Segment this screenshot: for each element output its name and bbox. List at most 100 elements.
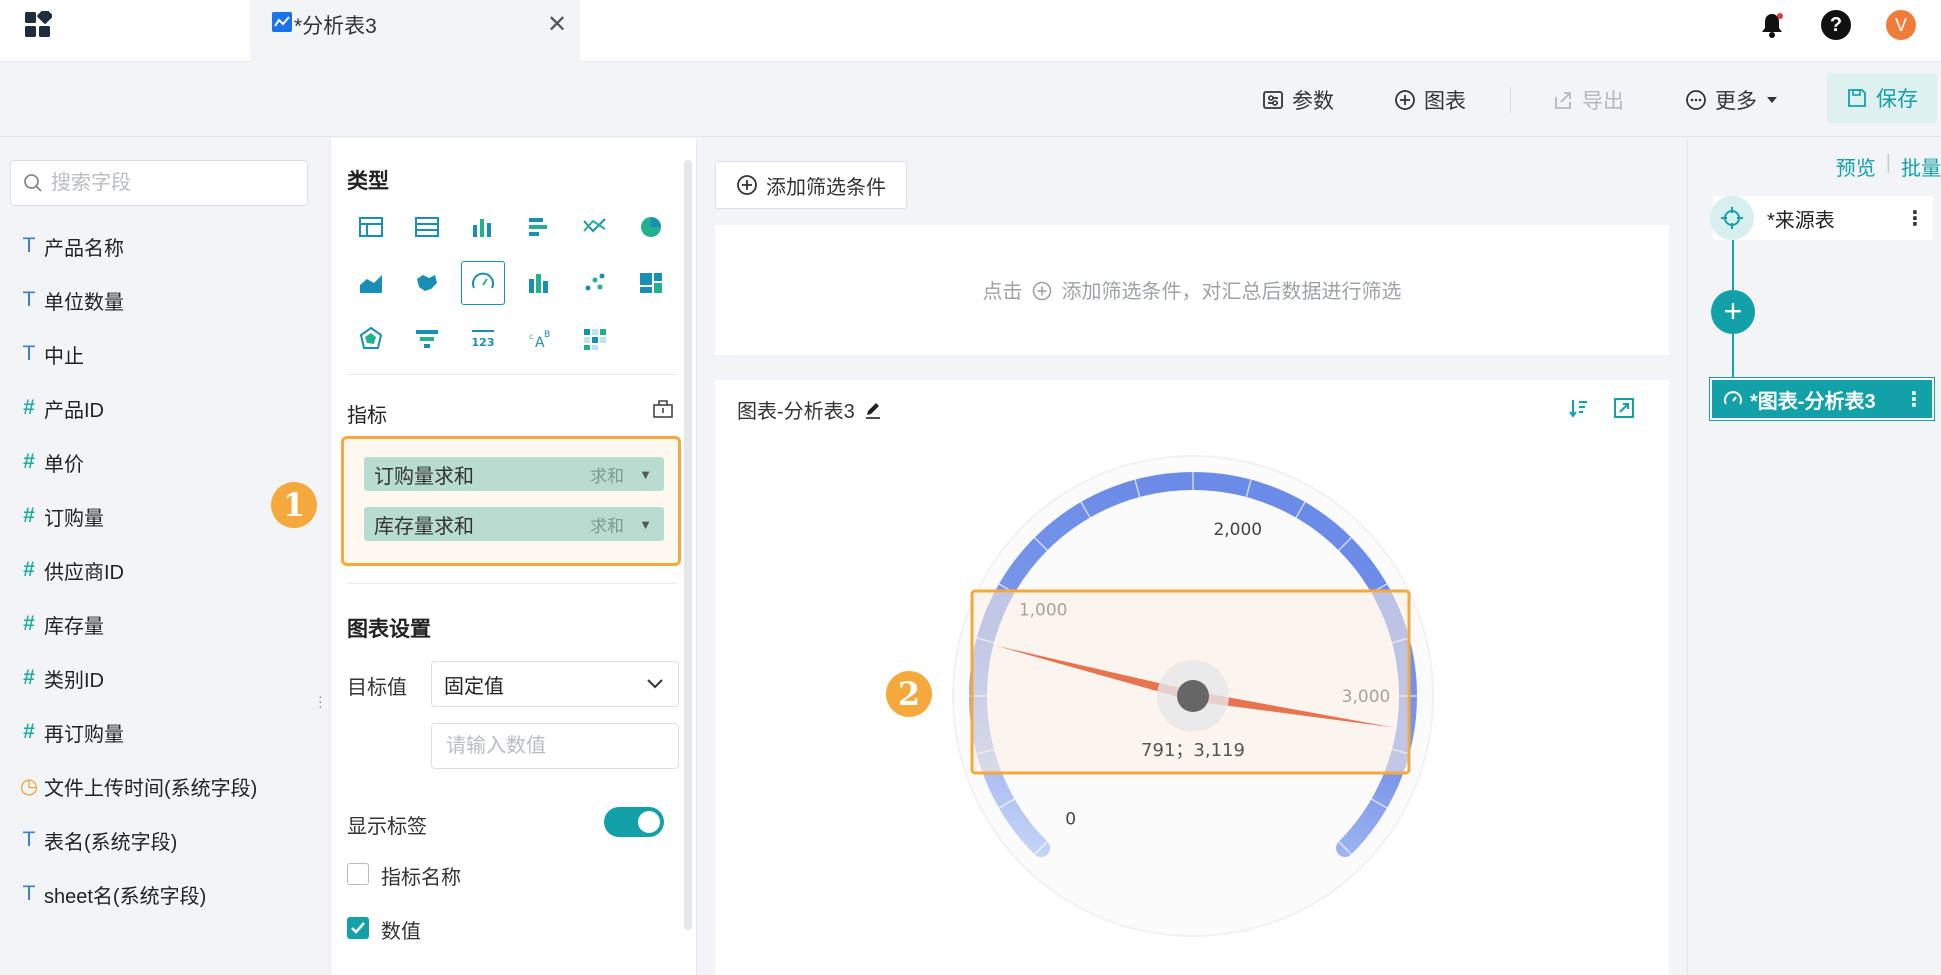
- chart-type-crosstab[interactable]: [405, 205, 449, 249]
- field-label: 库存量: [44, 615, 104, 638]
- type-section-title: 类型: [347, 170, 389, 193]
- field-item[interactable]: # 类别ID: [0, 658, 320, 698]
- field-item[interactable]: # 再订购量: [0, 712, 320, 752]
- export-button[interactable]: 导出: [1552, 85, 1624, 115]
- field-item[interactable]: # 单价: [0, 442, 320, 482]
- help-icon[interactable]: ?: [1821, 10, 1851, 40]
- batch-link[interactable]: 批量: [1901, 152, 1941, 181]
- chart-type-stacked-bar[interactable]: [517, 261, 561, 305]
- tab-analysis-3[interactable]: *分析表3 ✕: [250, 0, 580, 62]
- avatar[interactable]: V: [1886, 10, 1916, 40]
- source-node[interactable]: *来源表 ⋮: [1710, 196, 1933, 240]
- chart-type-bar-chart[interactable]: [461, 205, 505, 249]
- config-scrollbar[interactable]: [684, 160, 692, 930]
- field-item[interactable]: T 单位数量: [0, 280, 320, 320]
- chart-type-area-chart[interactable]: [349, 261, 393, 305]
- chart-type-horizontal-bar[interactable]: [517, 205, 561, 249]
- toggle-knob: [638, 811, 660, 833]
- target-value-input[interactable]: [431, 723, 679, 769]
- app-grid-icon[interactable]: [24, 11, 52, 39]
- metric-agg: 求和: [590, 516, 624, 536]
- number-type-icon: #: [23, 720, 35, 743]
- metric-name-checkbox[interactable]: [347, 863, 369, 885]
- field-item[interactable]: Tsheet名(系统字段): [0, 874, 320, 914]
- chart-type-pie-chart[interactable]: [629, 205, 673, 249]
- field-item[interactable]: T 产品名称: [0, 226, 320, 266]
- resize-handle[interactable]: · · ·: [318, 689, 323, 713]
- chart-type-table[interactable]: [349, 205, 393, 249]
- field-label: 表名(系统字段): [44, 831, 178, 854]
- chart-node[interactable]: *图表-分析表3 ⋮: [1709, 377, 1935, 421]
- more-vertical-icon[interactable]: ⋮: [1904, 387, 1924, 412]
- field-item[interactable]: T 表名(系统字段): [0, 820, 320, 860]
- word-cloud-icon: cAB: [529, 330, 550, 351]
- metrics-dropzone[interactable]: 订购量求和 求和 ▼ 库存量求和 求和 ▼: [341, 436, 681, 566]
- show-label-toggle[interactable]: [604, 807, 664, 837]
- text-type-icon: T: [22, 828, 36, 851]
- metric-pill-stock-sum[interactable]: 库存量求和 求和 ▼: [364, 507, 664, 541]
- caret-down-icon[interactable]: ▼: [639, 517, 652, 532]
- target-select[interactable]: 固定值: [431, 661, 679, 707]
- bell-icon[interactable]: [1757, 10, 1787, 40]
- more-vertical-icon[interactable]: ⋮: [1905, 206, 1925, 231]
- radar-icon: [359, 326, 383, 349]
- bar-chart-icon: [473, 219, 491, 237]
- field-item[interactable]: T 中止: [0, 334, 320, 374]
- field-label: 供应商ID: [44, 561, 124, 584]
- chart-label: 图表: [1424, 90, 1466, 113]
- crosstab-icon: [415, 217, 439, 237]
- caret-down-icon[interactable]: ▼: [639, 467, 652, 482]
- chart-type-radar[interactable]: [349, 317, 393, 361]
- source-node-label: *来源表: [1767, 209, 1835, 232]
- treemap-icon: [640, 273, 662, 293]
- params-button[interactable]: 参数: [1262, 85, 1334, 115]
- field-search[interactable]: [10, 160, 308, 206]
- chart-line-icon: [272, 12, 292, 32]
- close-icon[interactable]: ✕: [542, 10, 572, 39]
- table-icon: [359, 217, 383, 237]
- params-label: 参数: [1292, 90, 1334, 113]
- pie-chart-icon: [641, 217, 661, 237]
- chart-type-map[interactable]: [405, 261, 449, 305]
- field-label: 类别ID: [44, 669, 104, 692]
- search-input[interactable]: [51, 171, 281, 195]
- metric-settings-icon[interactable]: [650, 396, 676, 422]
- field-item[interactable]: # 产品ID: [0, 388, 320, 428]
- plus-circle-icon: [1032, 281, 1052, 301]
- scatter-icon: [585, 273, 605, 291]
- more-button[interactable]: 更多: [1685, 85, 1779, 115]
- field-item[interactable]: # 库存量: [0, 604, 320, 644]
- add-filter-button[interactable]: 添加筛选条件: [715, 161, 907, 209]
- field-item[interactable]: # 供应商ID: [0, 550, 320, 590]
- gauge-chart: 01,0002,0003,000791；3,119: [952, 455, 1434, 937]
- chart-type-gauge[interactable]: [461, 261, 505, 305]
- chart-type-treemap[interactable]: [629, 261, 673, 305]
- add-node-button[interactable]: +: [1711, 290, 1755, 334]
- chart-type-heatmap[interactable]: [573, 317, 617, 361]
- value-checkbox[interactable]: [347, 917, 369, 939]
- horizontal-bar-icon: [529, 218, 547, 236]
- field-item[interactable]: ◷ 文件上传时间(系统字段): [0, 766, 320, 806]
- chart-type-number-card[interactable]: 123: [461, 317, 505, 361]
- number-type-icon: #: [23, 558, 35, 581]
- chart-type-word-cloud[interactable]: cAB: [517, 317, 561, 361]
- metrics-section-title: 指标: [347, 405, 387, 427]
- metric-pill-order-sum[interactable]: 订购量求和 求和 ▼: [364, 457, 664, 491]
- preview-link[interactable]: 预览: [1836, 152, 1876, 181]
- add-chart-button[interactable]: 图表: [1394, 85, 1466, 115]
- gauge-icon: [1724, 391, 1742, 405]
- gauge-icon: [472, 272, 494, 289]
- number-type-icon: #: [23, 396, 35, 419]
- chart-type-scatter[interactable]: [573, 261, 617, 305]
- chart-type-combo-line[interactable]: [573, 205, 617, 249]
- chart-type-funnel[interactable]: [405, 317, 449, 361]
- save-label: 保存: [1876, 88, 1918, 111]
- metric-name-label: 指标名称: [381, 867, 461, 889]
- divider: [347, 374, 677, 375]
- more-label: 更多: [1715, 90, 1757, 113]
- more-icon: [1686, 90, 1706, 110]
- metric-agg: 求和: [590, 466, 624, 486]
- save-button[interactable]: 保存: [1827, 73, 1937, 123]
- export-icon: [1555, 92, 1571, 109]
- field-label: 再订购量: [44, 723, 124, 746]
